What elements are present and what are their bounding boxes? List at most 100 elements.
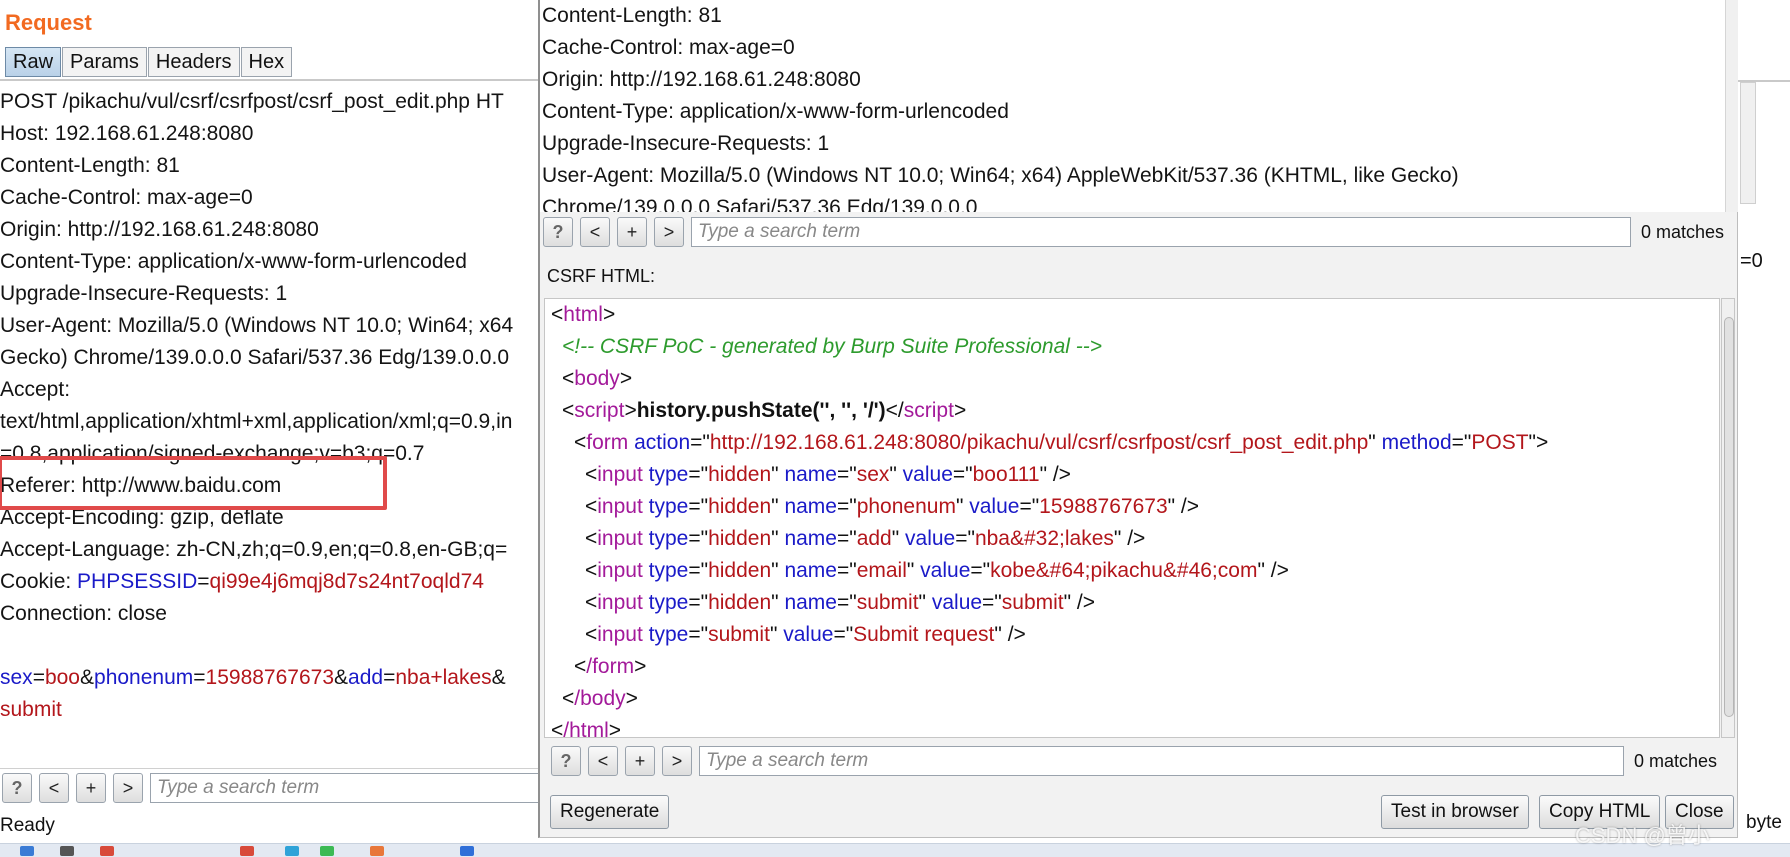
header-cache-control: Cache-Control: max-age=0 [0,186,253,209]
code-line: </html> [551,719,622,738]
amp: & [334,666,349,689]
code-line: <input type="hidden" name="phonenum" val… [585,495,1200,518]
regenerate-button[interactable]: Regenerate [550,795,670,829]
search-input[interactable]: Type a search term [691,217,1631,247]
header-user-agent: User-Agent: Mozilla/5.0 (Windows NT 10.0… [0,314,514,337]
search-input[interactable]: Type a search term [699,746,1624,776]
previous-match-button[interactable]: < [39,773,69,803]
cookie-value: qi99e4j6mqj8d7s24nt7oqld74 [209,570,484,593]
next-match-button[interactable]: > [662,746,692,776]
code-line: <input type="hidden" name="submit" value… [585,591,1096,614]
code-scrollbar[interactable] [1721,298,1735,738]
code-line: <html> [551,303,616,326]
referer-highlight-box [0,456,387,510]
code-line: </form> [574,655,647,678]
header-connection: Connection: close [0,602,167,625]
header-accept-value: text/html,application/xhtml+xml,applicat… [0,410,513,433]
request-body: sex=boo&phonenum=15988767673&add=nba+lak… [0,662,540,694]
add-search-button[interactable]: + [625,746,655,776]
cookie-name: PHPSESSID [77,570,198,593]
amp: & [491,666,506,689]
code-line: <script>history.pushState('', '', '/')</… [562,399,967,422]
status-text: Ready [0,815,55,836]
tab-hex[interactable]: Hex [240,47,293,77]
watermark: CSDN @曾小 [1575,823,1710,848]
scrollbar-thumb[interactable] [1724,317,1734,717]
search-input[interactable]: Type a search term [150,773,540,803]
request-panel: Request Raw Params Headers Hex POST /pik… [0,0,540,856]
top-line: Content-Length: 81 [542,4,722,27]
help-button[interactable]: ? [551,746,581,776]
top-line: Cache-Control: max-age=0 [542,36,795,59]
taskbar-app-icon[interactable] [20,846,34,856]
param-sex-value: boo [44,666,80,689]
header-content-type: Content-Type: application/x-www-form-url… [0,250,467,273]
code-line: <input type="hidden" name="email" value=… [585,559,1289,582]
top-line: Upgrade-Insecure-Requests: 1 [542,132,830,155]
csrf-poc-dialog: Content-Length: 81 Cache-Control: max-ag… [538,0,1740,838]
param-add-value: nba+lakes [395,666,492,689]
header-accept-language: Accept-Language: zh-CN,zh;q=0.9,en;q=0.8… [0,538,508,561]
help-button[interactable]: ? [2,773,32,803]
next-match-button[interactable]: > [654,217,684,247]
background-text: =0 [1740,250,1763,272]
code-line: <body> [562,367,633,390]
previous-match-button[interactable]: < [588,746,618,776]
taskbar-app-icon[interactable] [60,846,74,856]
request-title: Request [5,10,92,35]
request-search-bar: ? < + > Type a search term [2,773,540,803]
header-content-length: Content-Length: 81 [0,154,180,177]
eq: = [32,666,45,689]
taskbar [0,843,1790,857]
csrf-html-editor[interactable]: <html> <!-- CSRF PoC - generated by Burp… [544,298,1720,738]
match-count: 0 matches [1641,221,1725,242]
header-upgrade-insecure: Upgrade-Insecure-Requests: 1 [0,282,288,305]
header-cookie: Cookie: PHPSESSID=qi99e4j6mqj8d7s24nt7oq… [0,566,540,598]
header-user-agent-cont: Gecko) Chrome/139.0.0.0 Safari/537.36 Ed… [0,346,509,369]
param-phonenum-key: phonenum [94,666,194,689]
cookie-eq: = [197,570,210,593]
test-in-browser-button[interactable]: Test in browser [1381,795,1529,829]
taskbar-app-icon[interactable] [285,846,299,856]
next-match-button[interactable]: > [113,773,143,803]
top-line: Chrome/139.0.0.0 Safari/537.36 Edg/139.0… [542,196,978,212]
eq: = [383,666,396,689]
raw-request-editor[interactable]: POST /pikachu/vul/csrf/csrfpost/csrf_pos… [0,86,540,726]
match-count: 0 matches [1634,750,1718,771]
background-scrollbar[interactable] [1740,82,1756,204]
request-line: POST /pikachu/vul/csrf/csrfpost/csrf_pos… [0,90,504,113]
add-search-button[interactable]: + [617,217,647,247]
eq: = [193,666,206,689]
request-tabs: Raw Params Headers Hex [5,47,293,77]
dialog-request-viewer[interactable]: Content-Length: 81 Cache-Control: max-ag… [540,0,1730,212]
code-line: <input type="submit" value="Submit reque… [585,623,1026,646]
taskbar-app-icon[interactable] [240,846,254,856]
code-line: <input type="hidden" name="add" value="n… [585,527,1146,550]
top-search-bar: ? < + > Type a search term 0 matches [543,217,1724,247]
param-phonenum-value: 15988767673 [205,666,335,689]
header-accept: Accept: [0,378,71,401]
help-button[interactable]: ? [543,217,573,247]
code-search-bar: ? < + > Type a search term 0 matches [551,746,1717,776]
top-line: Origin: http://192.168.61.248:8080 [542,68,861,91]
taskbar-app-icon[interactable] [100,846,114,856]
header-origin: Origin: http://192.168.61.248:8080 [0,218,319,241]
taskbar-app-icon[interactable] [370,846,384,856]
tab-raw[interactable]: Raw [5,47,62,77]
byte-count-text: byte [1746,812,1782,833]
code-line: <form action="http://192.168.61.248:8080… [574,431,1549,454]
param-add-key: add [348,666,384,689]
previous-match-button[interactable]: < [580,217,610,247]
tab-params[interactable]: Params [62,47,147,77]
code-line: </body> [562,687,638,710]
taskbar-app-icon[interactable] [320,846,334,856]
tabs-divider [0,79,540,81]
code-line: <input type="hidden" name="sex" value="b… [585,463,1071,486]
background-response-panel: =0 byte [1738,0,1790,856]
tab-headers[interactable]: Headers [147,47,240,77]
amp: & [80,666,95,689]
param-sex-key: sex [0,666,33,689]
taskbar-app-icon[interactable] [460,846,474,856]
add-search-button[interactable]: + [76,773,106,803]
